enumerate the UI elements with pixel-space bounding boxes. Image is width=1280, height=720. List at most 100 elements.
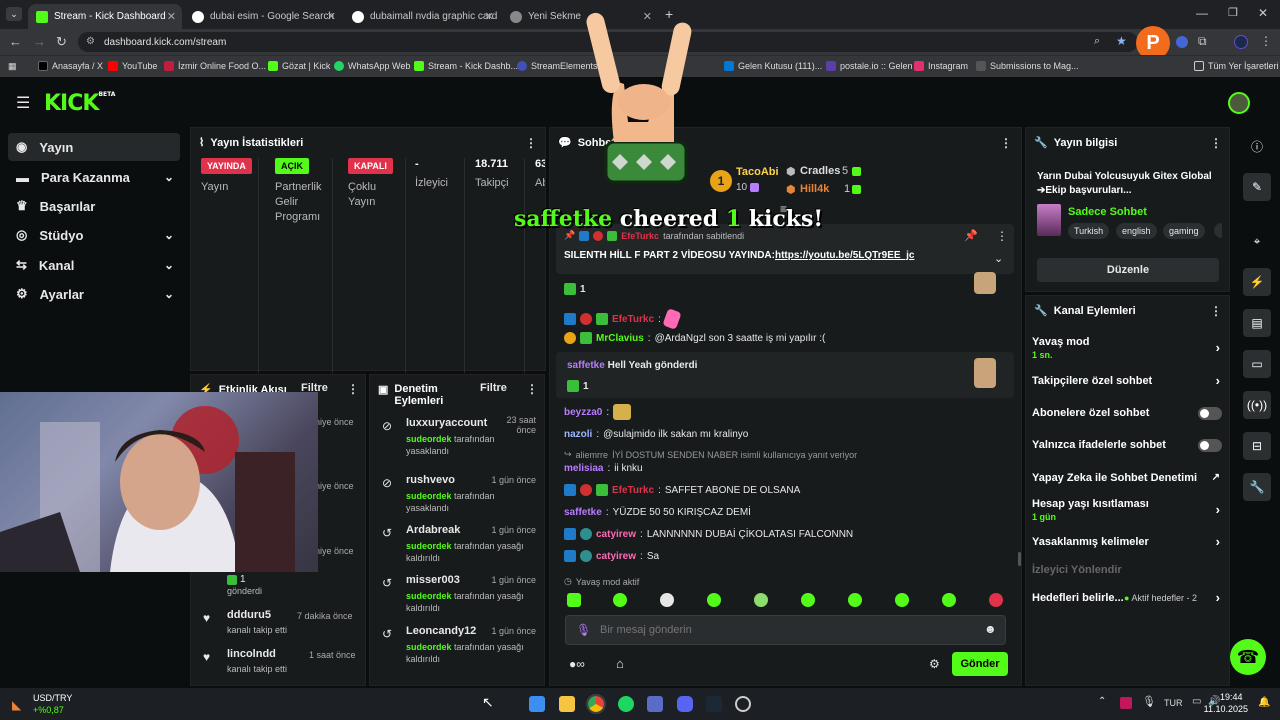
account-age-row[interactable]: Hesap yaşı kısıtlaması 1 gün › bbox=[1032, 498, 1222, 522]
crosshair-icon[interactable]: ⌖ bbox=[1243, 227, 1271, 255]
reload-icon[interactable]: ↻ bbox=[56, 34, 67, 50]
document-icon[interactable]: ▤ bbox=[1243, 309, 1271, 337]
tray-chevron-icon[interactable]: ⌃ bbox=[1098, 696, 1106, 707]
pin-icon[interactable]: 📌 bbox=[964, 229, 978, 242]
more-icon[interactable]: ⋮ bbox=[1210, 304, 1222, 318]
tray-app-icon[interactable] bbox=[1120, 697, 1132, 709]
chat-input[interactable]: 🎙 ☻ bbox=[565, 615, 1006, 645]
clock-date[interactable]: 11.10.2025 bbox=[1202, 704, 1248, 714]
support-chat-icon[interactable]: ☎ bbox=[1230, 639, 1266, 675]
close-window-icon[interactable]: ✕ bbox=[1258, 6, 1268, 20]
event-user[interactable]: lincolndd bbox=[227, 648, 276, 660]
moderated-user[interactable]: luxxuryaccount bbox=[406, 417, 487, 429]
maximize-icon[interactable]: ❐ bbox=[1228, 6, 1238, 19]
spotify-icon[interactable] bbox=[618, 696, 634, 712]
notification-icon[interactable]: 🔔 bbox=[1258, 697, 1270, 708]
moderated-user[interactable]: Leoncandy12 bbox=[406, 625, 476, 637]
tab-kick-dashboard[interactable]: Stream - Kick Dashboard ✕ bbox=[28, 4, 182, 29]
moderator-name[interactable]: sudeordek bbox=[406, 491, 452, 501]
moderated-user[interactable]: Ardabreak bbox=[406, 524, 460, 536]
language-indicator[interactable]: TUR bbox=[1164, 698, 1183, 708]
reply-username[interactable]: aliemrre bbox=[576, 450, 609, 460]
emote-icon[interactable] bbox=[707, 593, 721, 607]
emote-icon[interactable] bbox=[895, 593, 909, 607]
chat-username[interactable]: EfeTurkc bbox=[612, 314, 654, 325]
event-user[interactable]: ddduru5 bbox=[227, 609, 271, 621]
leader-name[interactable]: TacoAbi bbox=[736, 166, 779, 178]
stock-ticker[interactable]: USD/TRY bbox=[33, 693, 72, 703]
bookmark-whatsapp[interactable]: WhatsApp Web bbox=[334, 61, 410, 71]
minimize-icon[interactable]: — bbox=[1196, 6, 1208, 20]
more-icon[interactable]: ⋮ bbox=[347, 382, 359, 396]
mic-icon[interactable]: 🎙 bbox=[1142, 695, 1156, 708]
profile-avatar[interactable] bbox=[1234, 35, 1248, 49]
close-icon[interactable]: ✕ bbox=[485, 10, 494, 23]
emote-icon[interactable] bbox=[613, 593, 627, 607]
category-thumbnail[interactable] bbox=[1037, 204, 1061, 236]
filter-button[interactable]: Filtre bbox=[480, 382, 507, 394]
chat-settings-icon[interactable]: ⚙ bbox=[929, 657, 940, 671]
tag-chip[interactable]: gaming bbox=[1163, 223, 1205, 239]
star-icon[interactable]: ★ bbox=[1116, 34, 1127, 48]
chat-username[interactable]: saffetke bbox=[564, 507, 602, 518]
bookmark-x[interactable]: Anasayfa / X bbox=[38, 61, 103, 71]
emote-icon[interactable] bbox=[801, 593, 815, 607]
edit-icon[interactable]: ✎ bbox=[1243, 173, 1271, 201]
menu-icon[interactable]: ⋮ bbox=[1260, 34, 1272, 48]
chat-username[interactable]: nazoli bbox=[564, 429, 592, 440]
tag-chip[interactable]: Turkish bbox=[1068, 223, 1110, 239]
file-explorer-icon[interactable] bbox=[559, 696, 575, 712]
user-avatar[interactable] bbox=[1228, 92, 1250, 114]
zoom-icon[interactable]: ⌕ bbox=[1094, 35, 1100, 48]
emote-only-toggle[interactable] bbox=[1198, 439, 1222, 452]
moderation-icon[interactable]: ⊟ bbox=[1243, 432, 1271, 460]
subscribers-only-toggle[interactable] bbox=[1198, 407, 1222, 420]
chat-username[interactable]: catyirew bbox=[596, 551, 636, 562]
emote-icon[interactable] bbox=[567, 593, 581, 607]
moderated-user[interactable]: misser003 bbox=[406, 574, 460, 586]
more-icon[interactable]: ⋮ bbox=[1210, 136, 1222, 150]
broadcast-icon[interactable]: ((•)) bbox=[1243, 391, 1271, 419]
tab-google-search-2[interactable]: dubaimall nvdia graphic card - ✕ bbox=[344, 4, 500, 29]
hamburger-icon[interactable]: ☰ bbox=[16, 93, 30, 113]
discord-icon[interactable] bbox=[677, 696, 693, 712]
nav-settings[interactable]: ⚙ Ayarlar ⌄ bbox=[8, 280, 180, 308]
chevron-down-icon[interactable]: ⌄ bbox=[994, 252, 1003, 265]
edit-button[interactable]: Düzenle bbox=[1037, 258, 1219, 282]
more-icon[interactable]: ⋮ bbox=[526, 382, 538, 396]
kick-logo[interactable]: KICKBETA bbox=[44, 91, 115, 116]
back-icon[interactable]: ← bbox=[9, 34, 22, 49]
nav-studio[interactable]: ◎ Stüdyo ⌄ bbox=[8, 221, 180, 249]
emote-icon[interactable] bbox=[942, 593, 956, 607]
nav-achievements[interactable]: ♛ Başarılar bbox=[8, 192, 180, 220]
chat-username[interactable]: catyirew bbox=[596, 529, 636, 540]
moderated-user[interactable]: rushvevo bbox=[406, 474, 455, 486]
moderator-name[interactable]: sudeordek bbox=[406, 591, 452, 601]
set-goals-row[interactable]: Hedefleri belirle... ● Aktif hedefler - 2… bbox=[1032, 590, 1222, 605]
bookmark-instagram[interactable]: Instagram bbox=[914, 61, 968, 71]
emote-icon[interactable] bbox=[848, 593, 862, 607]
ai-moderation-row[interactable]: Yapay Zeka ile Sohbet Denetimi ↗ bbox=[1032, 472, 1222, 484]
tab-search-icon[interactable]: ⌄ bbox=[6, 7, 22, 21]
more-icon[interactable]: ⋮ bbox=[1000, 136, 1012, 150]
emote-icon[interactable] bbox=[660, 593, 674, 607]
bookmark-youtube[interactable]: YouTube bbox=[108, 61, 157, 71]
network-icon[interactable]: ▭ bbox=[1192, 696, 1201, 707]
extension-icon[interactable] bbox=[1176, 36, 1188, 48]
tag-chip-partial[interactable] bbox=[1214, 223, 1222, 238]
pinned-link[interactable]: https://youtu.be/5LQTr9EE_jc bbox=[775, 250, 914, 261]
chat-username[interactable]: melisiaa bbox=[564, 463, 603, 474]
bookmark-postale[interactable]: postale.io :: Gelen bbox=[826, 61, 913, 71]
chat-username[interactable]: beyzza0 bbox=[564, 407, 602, 418]
puzzle-icon[interactable]: ⧉ bbox=[1198, 34, 1207, 49]
emote-icon[interactable] bbox=[754, 593, 768, 607]
bookmark-inbox[interactable]: Gelen Kutusu (111)... bbox=[724, 61, 822, 71]
mic-icon[interactable]: 🎙 bbox=[576, 623, 591, 637]
chat-username[interactable]: saffetke bbox=[567, 360, 605, 371]
slow-mode-row[interactable]: Yavaş mod 1 sn. › bbox=[1032, 336, 1222, 360]
bookmark-izmir-food[interactable]: İzmir Online Food O... bbox=[164, 61, 266, 71]
followers-only-row[interactable]: Takipçilere özel sohbet › bbox=[1032, 373, 1222, 388]
close-icon[interactable]: ✕ bbox=[167, 10, 176, 23]
nav-channel[interactable]: ⇆ Kanal ⌄ bbox=[8, 251, 180, 279]
chrome-icon[interactable] bbox=[586, 694, 606, 714]
